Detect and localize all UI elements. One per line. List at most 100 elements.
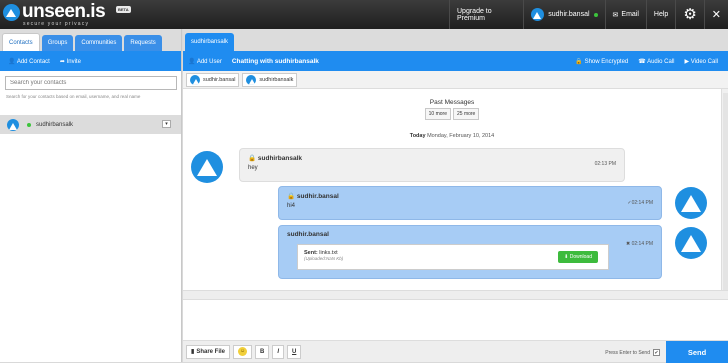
add-user-button[interactable]: 👤 Add User <box>188 58 222 65</box>
share-file-label: Share File <box>196 348 225 355</box>
scrollbar-thumb[interactable] <box>723 93 728 293</box>
top-nav: Upgrade to Premium sudhir.bansal ✉ Email… <box>449 0 728 29</box>
chevron-down-icon: ▾ <box>165 121 168 127</box>
message-scrollbar[interactable] <box>721 89 728 317</box>
enter-to-send-toggle[interactable]: Press Enter to Send ✔ <box>605 349 660 356</box>
participant-chip[interactable]: sudhirbansalk <box>242 72 298 87</box>
participant-chip[interactable]: sudhir.bansal <box>186 72 240 87</box>
email-icon: ✉ <box>612 11 619 19</box>
brand-logo[interactable]: unseen.is BETA secure your privacy <box>3 1 131 27</box>
add-user-icon: 👤 <box>8 58 16 65</box>
enter-to-send-label: Press Enter to Send <box>605 349 650 356</box>
user-menu[interactable]: sudhir.bansal <box>523 0 604 29</box>
file-icon: ▮ <box>191 349 195 355</box>
close-button[interactable]: ✕ <box>703 0 728 29</box>
bold-button[interactable]: B <box>255 344 270 359</box>
chat-actionbar: 👤 Add User Chatting with sudhirbansalk 🔒… <box>183 51 728 71</box>
message-sender: 🔒 sudhir.bansal <box>287 192 653 200</box>
underline-button[interactable]: U <box>287 344 302 359</box>
italic-button[interactable]: I <box>272 344 285 359</box>
share-icon: ➦ <box>59 58 65 65</box>
tab-requests[interactable]: Requests <box>124 35 162 51</box>
email-link[interactable]: ✉ Email <box>604 0 646 29</box>
audio-call-button[interactable]: ☎ Audio Call <box>638 58 674 65</box>
top-bar: unseen.is BETA secure your privacy Upgra… <box>0 0 728 29</box>
video-call-button[interactable]: ▶ Video Call <box>684 58 718 65</box>
participant-avatar-icon <box>190 74 200 85</box>
message-bubble-outgoing: 🔒 sudhir.bansal hi4 ✓02:14 PM <box>278 186 662 220</box>
participant-avatar-icon <box>246 74 257 85</box>
add-user-label: Add User <box>196 58 222 65</box>
contact-avatar-icon <box>7 118 19 131</box>
tab-communities[interactable]: Communities <box>75 35 123 51</box>
load-25-more-button[interactable]: 25 more <box>453 108 480 120</box>
message-input[interactable] <box>183 300 728 340</box>
phone-icon: ☎ <box>638 58 646 65</box>
self-avatar-icon <box>675 227 707 259</box>
close-icon: ✕ <box>711 9 721 21</box>
upgrade-link[interactable]: Upgrade to Premium <box>449 0 523 29</box>
past-messages-buttons: 10 more 25 more <box>183 108 721 120</box>
beta-badge: BETA <box>116 6 131 13</box>
smiley-icon: ☺ <box>238 347 247 356</box>
chat-panel: sudhirbansalk 👤 Add User Chatting with s… <box>183 29 728 363</box>
send-button[interactable]: Send <box>666 341 728 363</box>
gear-icon: ⚙ <box>683 6 697 23</box>
splitter[interactable] <box>183 290 728 300</box>
chat-title: Chatting with sudhirbansalk <box>231 57 319 65</box>
download-button[interactable]: ⬇ Download <box>558 251 598 263</box>
date-divider: Today Monday, February 10, 2014 <box>183 133 721 139</box>
message-time-wrap: ✓02:14 PM <box>627 200 653 206</box>
online-status-icon <box>593 12 598 17</box>
contact-list-item[interactable]: sudhirbansalk ▾ <box>0 115 181 134</box>
past-messages-label: Past Messages <box>429 99 475 106</box>
tab-groups[interactable]: Groups <box>41 35 74 51</box>
sender-avatar-icon <box>191 151 223 183</box>
load-10-more-button[interactable]: 10 more <box>424 108 451 120</box>
emoji-button[interactable]: ☺ <box>233 344 252 359</box>
invite-button[interactable]: ➦ Invite <box>60 58 81 65</box>
tab-chat[interactable]: sudhirbansalk <box>185 33 235 51</box>
chat-tabs: sudhirbansalk <box>183 29 728 51</box>
contacts-actionbar: 👤 Add Contact ➦ Invite <box>0 51 181 71</box>
help-link[interactable]: Help <box>645 0 675 29</box>
file-attachment: Sent: links.txt (Uploaded:NaN Kb) ⬇ Down… <box>297 244 609 270</box>
lock-icon: 🔒 <box>248 155 257 162</box>
user-name: sudhir.bansal <box>548 11 590 18</box>
past-messages: Past Messages 10 more 25 more <box>183 99 721 120</box>
audio-call-label: Audio Call <box>647 58 675 65</box>
message-bubble-incoming: 🔒 sudhirbansalk hey 02:13 PM <box>239 148 625 182</box>
settings-button[interactable]: ⚙ <box>675 0 703 29</box>
search-hint: Search for your contacts based on email,… <box>6 94 141 99</box>
video-call-label: Video Call <box>690 58 718 65</box>
brand-name: unseen.is <box>22 1 106 22</box>
contact-name: sudhirbansalk <box>36 121 74 128</box>
message-time-wrap: ✖ 02:14 PM <box>626 241 653 247</box>
add-user-icon: 👤 <box>188 58 196 65</box>
show-encrypted-button[interactable]: 🔒 Show Encrypted <box>575 58 628 65</box>
date-full: Monday, February 10, 2014 <box>427 133 495 139</box>
contacts-tabs: Contacts Groups Communities Requests <box>0 29 181 51</box>
tab-contacts[interactable]: Contacts <box>2 33 40 51</box>
contact-menu-button[interactable]: ▾ <box>162 120 171 128</box>
add-contact-button[interactable]: 👤 Add Contact <box>8 58 50 65</box>
contact-search-input[interactable] <box>5 76 177 90</box>
cancel-icon[interactable]: ✖ <box>626 241 630 247</box>
show-encrypted-label: Show Encrypted <box>584 58 629 65</box>
lock-icon: 🔒 <box>287 193 296 200</box>
message-sender-name: sudhir.bansal <box>287 231 329 238</box>
composer-toolbar: ▮ Share File ☺ B I U Press Enter to Send … <box>183 340 728 363</box>
user-avatar-icon <box>531 8 545 21</box>
participant-name: sudhirbansalk <box>259 76 294 83</box>
search-wrap <box>0 71 181 90</box>
message-time: 02:13 PM <box>594 161 616 167</box>
enter-to-send-checkbox[interactable]: ✔ <box>653 349 660 356</box>
invite-label: Invite <box>66 58 81 65</box>
message-time: 02:14 PM <box>631 200 653 206</box>
share-file-button[interactable]: ▮ Share File <box>186 344 230 359</box>
logo-mark-icon <box>3 4 20 21</box>
email-label: Email <box>621 11 639 18</box>
message-bubble-file: sudhir.bansal Sent: links.txt (Uploaded:… <box>278 225 662 279</box>
participants-bar: sudhir.bansal sudhirbansalk <box>183 71 728 89</box>
video-icon: ▶ <box>684 58 690 65</box>
